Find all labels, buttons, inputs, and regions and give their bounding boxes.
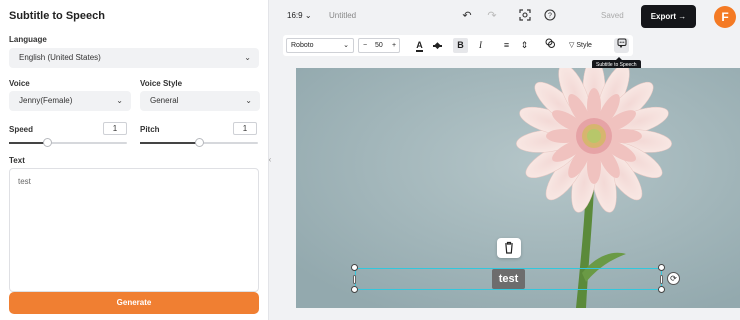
chevron-down-icon: ⌄ bbox=[116, 96, 123, 105]
resize-handle-top-left[interactable] bbox=[351, 264, 358, 271]
pitch-input[interactable]: 1 bbox=[233, 122, 257, 135]
redo-icon[interactable]: ↷ bbox=[485, 9, 499, 23]
bold-icon[interactable]: B bbox=[453, 38, 468, 53]
subtitle-to-speech-icon[interactable] bbox=[614, 38, 629, 53]
pitch-slider-knob[interactable] bbox=[194, 138, 204, 147]
font-size-value[interactable]: 50 bbox=[375, 39, 383, 52]
pitch-slider-fill bbox=[140, 142, 199, 144]
resize-handle-bottom-right[interactable] bbox=[658, 286, 665, 293]
voice-value: Jenny(Female) bbox=[19, 96, 73, 105]
resize-handle-left[interactable] bbox=[353, 275, 356, 284]
speed-slider-knob[interactable] bbox=[43, 138, 53, 147]
subtitle-text[interactable]: test bbox=[492, 269, 525, 289]
export-button[interactable]: Export → bbox=[641, 5, 696, 28]
font-size-decrease[interactable]: − bbox=[363, 39, 367, 52]
language-label: Language bbox=[9, 35, 47, 44]
language-select[interactable]: English (United States) ⌄ bbox=[9, 48, 259, 68]
resize-handle-bottom-left[interactable] bbox=[351, 286, 358, 293]
aspect-ratio-select[interactable]: 16:9 ⌄ bbox=[287, 11, 312, 20]
style-icon: ▽ bbox=[569, 42, 575, 49]
export-label: Export bbox=[650, 12, 677, 21]
voice-select[interactable]: Jenny(Female) ⌄ bbox=[9, 91, 131, 111]
line-spacing-icon[interactable]: ⇕ bbox=[517, 38, 532, 53]
screenshot-icon[interactable] bbox=[518, 9, 532, 23]
saved-status: Saved bbox=[601, 11, 624, 20]
effects-icon[interactable] bbox=[542, 38, 557, 53]
style-label: Style bbox=[576, 42, 592, 49]
font-size-increase[interactable]: + bbox=[392, 39, 396, 52]
speed-slider[interactable] bbox=[9, 138, 127, 147]
font-value: Roboto bbox=[291, 42, 314, 49]
speed-label: Speed bbox=[9, 125, 34, 134]
help-icon[interactable]: ? bbox=[543, 9, 557, 23]
voice-style-value: General bbox=[150, 96, 179, 105]
rotate-icon[interactable]: ⟳ bbox=[667, 272, 680, 285]
text-toolbar: Roboto ⌄ − 50 + A ◆ B I ≡ ⇕ ▽ Style bbox=[283, 35, 633, 56]
generate-button[interactable]: Generate bbox=[9, 292, 259, 314]
language-value: English (United States) bbox=[19, 53, 101, 62]
font-size-stepper: − 50 + bbox=[358, 38, 400, 53]
pitch-label: Pitch bbox=[140, 125, 160, 134]
speed-slider-fill bbox=[9, 142, 48, 144]
top-bar: 16:9 ⌄ Untitled ↶ ↷ ? Saved Export → F bbox=[270, 0, 740, 32]
delete-icon[interactable] bbox=[497, 238, 521, 258]
resize-handle-top-right[interactable] bbox=[658, 264, 665, 271]
undo-icon[interactable]: ↶ bbox=[460, 9, 474, 23]
text-color-icon[interactable]: A bbox=[412, 38, 427, 53]
style-button[interactable]: ▽ Style bbox=[569, 38, 592, 53]
panel-title: Subtitle to Speech bbox=[9, 10, 105, 22]
project-title[interactable]: Untitled bbox=[329, 11, 356, 20]
font-select[interactable]: Roboto ⌄ bbox=[286, 38, 354, 53]
app-logo[interactable]: F bbox=[714, 6, 736, 28]
speed-input[interactable]: 1 bbox=[103, 122, 127, 135]
text-label: Text bbox=[9, 156, 25, 165]
highlight-icon[interactable]: ◆ bbox=[430, 38, 445, 53]
aspect-ratio-value: 16:9 bbox=[287, 11, 303, 20]
italic-icon[interactable]: I bbox=[473, 38, 488, 53]
chevron-down-icon: ⌄ bbox=[304, 11, 312, 20]
collapse-panel-icon[interactable]: ‹ bbox=[264, 150, 276, 170]
text-area[interactable]: test bbox=[9, 168, 259, 292]
svg-text:?: ? bbox=[548, 13, 552, 20]
chevron-down-icon: ⌄ bbox=[245, 96, 252, 105]
arrow-right-icon: → bbox=[678, 12, 687, 21]
voice-style-label: Voice Style bbox=[140, 79, 183, 88]
pitch-slider[interactable] bbox=[140, 138, 258, 147]
chevron-down-icon: ⌄ bbox=[343, 42, 349, 49]
align-icon[interactable]: ≡ bbox=[499, 38, 514, 53]
resize-handle-right[interactable] bbox=[660, 275, 663, 284]
chevron-down-icon: ⌄ bbox=[244, 53, 251, 62]
subtitle-to-speech-panel: Subtitle to Speech Language English (Uni… bbox=[0, 0, 269, 320]
voice-label: Voice bbox=[9, 79, 30, 88]
voice-style-select[interactable]: General ⌄ bbox=[140, 91, 260, 111]
